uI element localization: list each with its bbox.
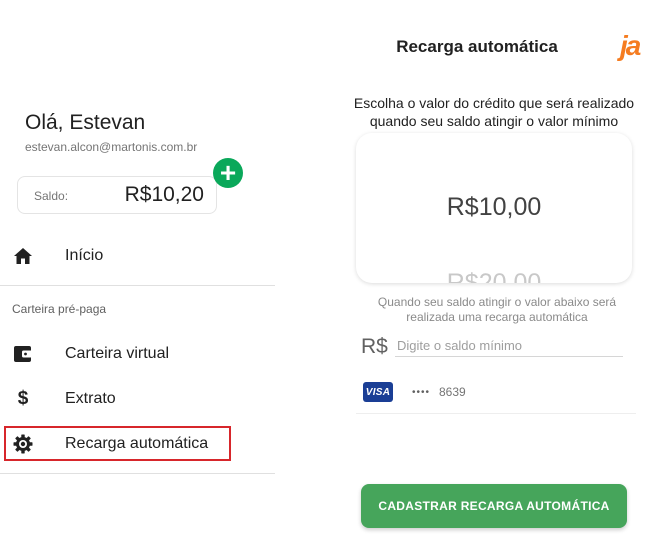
instruction-line: quando seu saldo atingir o valor mínimo: [369, 113, 619, 129]
register-auto-recharge-button[interactable]: CADASTRAR RECARGA AUTOMÁTICA: [361, 484, 627, 528]
balance-label: Saldo:: [34, 189, 69, 203]
nav-item-label: Carteira virtual: [65, 345, 170, 362]
instruction-text: Escolha o valor do crédito que será real…: [339, 94, 649, 130]
currency-symbol: R$: [361, 335, 388, 358]
min-balance-input[interactable]: [395, 337, 623, 357]
auto-recharge-screen: Recarga automática ja Escolha o valor do…: [335, 0, 658, 540]
picker-selected-value[interactable]: R$10,00: [356, 193, 632, 222]
wallet-icon: [13, 344, 33, 364]
user-greeting: Olá, Estevan: [25, 111, 146, 134]
amount-picker[interactable]: R$10,00 R$20,00: [356, 133, 632, 283]
nav-item-label: Extrato: [65, 390, 116, 407]
divider: [0, 285, 275, 286]
card-last-digits: 8639: [439, 385, 466, 399]
hint-text: Quando seu saldo atingir o valor abaixo …: [347, 295, 647, 325]
nav-item-carteira-virtual[interactable]: Carteira virtual: [0, 334, 275, 374]
nav-item-label: Início: [65, 247, 104, 264]
navigation-drawer: Olá, Estevan estevan.alcon@martonis.com.…: [0, 0, 275, 540]
nav-item-inicio[interactable]: Início: [0, 236, 275, 276]
dollar-icon: $: [17, 388, 29, 409]
instruction-line: Escolha o valor do crédito que será real…: [353, 95, 635, 111]
home-icon: [13, 246, 33, 266]
user-email: estevan.alcon@martonis.com.br: [25, 140, 198, 154]
plus-icon: +: [219, 157, 237, 188]
card-mask: ••••: [412, 387, 431, 398]
hint-line: realizada uma recarga automática: [406, 310, 588, 324]
picker-next-value[interactable]: R$20,00: [356, 269, 632, 283]
visa-icon: VISA: [363, 382, 393, 402]
section-title: Carteira pré-paga: [12, 302, 107, 316]
page-title: Recarga automática: [396, 37, 558, 56]
balance-card: Saldo: R$10,20: [17, 176, 217, 214]
divider: [0, 473, 275, 474]
balance-value: R$10,20: [124, 183, 204, 206]
add-balance-button[interactable]: +: [213, 158, 243, 188]
nav-item-extrato[interactable]: $ Extrato: [0, 379, 275, 419]
payment-card-row[interactable]: VISA •••• 8639: [356, 372, 636, 414]
hint-line: Quando seu saldo atingir o valor abaixo …: [377, 295, 617, 309]
brand-logo: ja: [620, 30, 641, 61]
highlight-box: [4, 426, 231, 461]
